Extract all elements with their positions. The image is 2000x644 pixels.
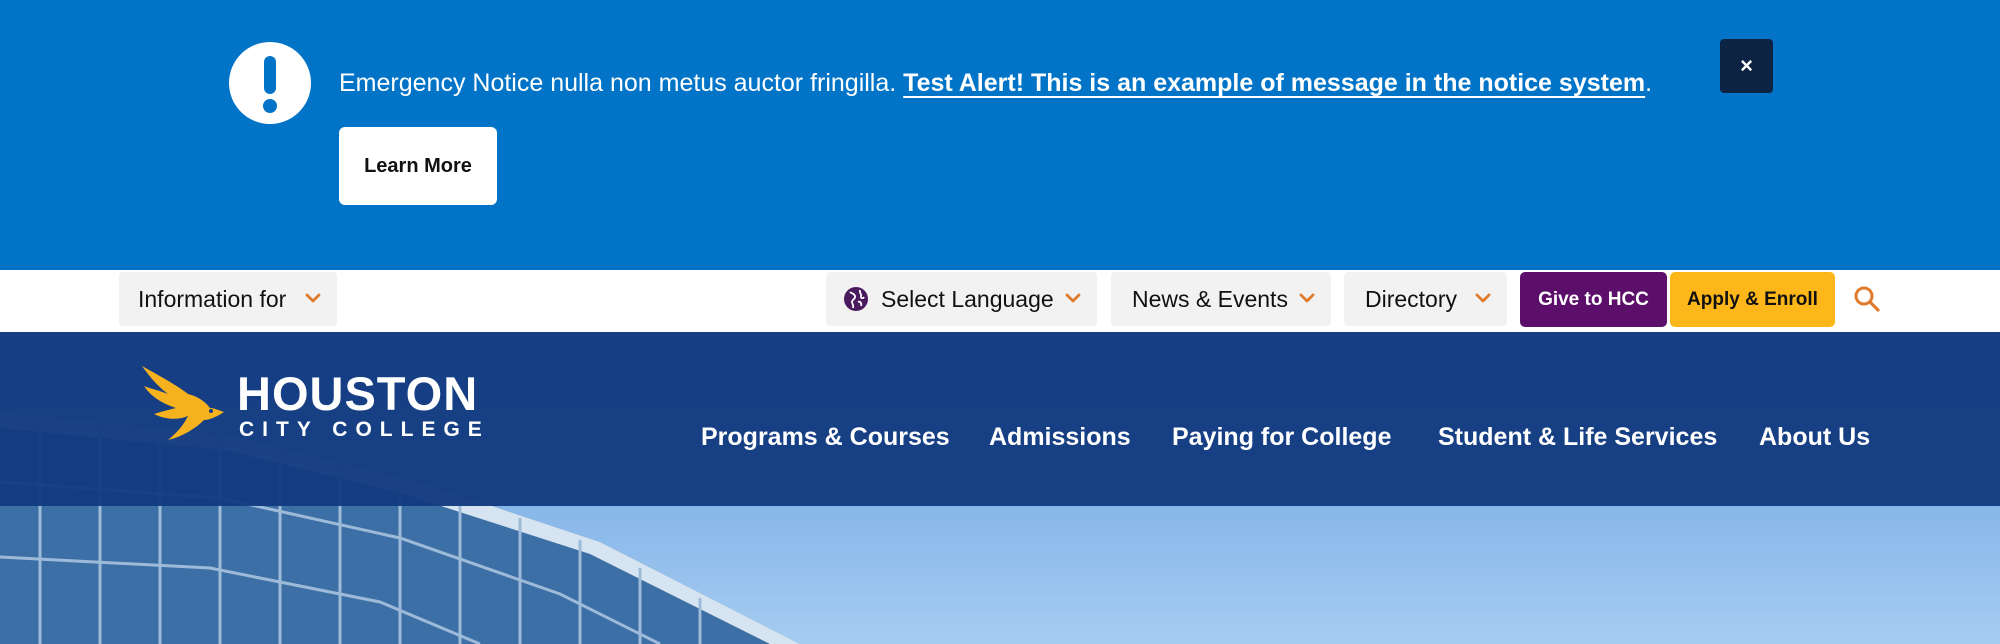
chevron-down-icon xyxy=(1065,293,1081,303)
nav-student-life-services[interactable]: Student & Life Services xyxy=(1438,422,1717,452)
utility-bar: Information for Select Language News & E… xyxy=(0,270,2000,332)
houston-city-college-logo[interactable]: HOUSTON CITY COLLEGE xyxy=(138,364,508,444)
apply-enroll-button[interactable]: Apply & Enroll xyxy=(1670,272,1835,327)
emergency-alert-banner: Emergency Notice nulla non metus auctor … xyxy=(0,0,2000,270)
nav-paying-for-college[interactable]: Paying for College xyxy=(1172,422,1391,452)
directory-dropdown[interactable]: Directory xyxy=(1344,272,1507,326)
close-alert-button[interactable]: × xyxy=(1720,39,1773,93)
alert-trailing: . xyxy=(1645,69,1653,97)
nav-about-us[interactable]: About Us xyxy=(1759,422,1870,452)
search-icon[interactable] xyxy=(1852,284,1882,314)
nav-admissions[interactable]: Admissions xyxy=(989,422,1131,452)
information-for-label: Information for xyxy=(138,285,287,312)
chevron-down-icon xyxy=(1475,293,1491,303)
alert-message-text: Emergency Notice nulla non metus auctor … xyxy=(339,69,904,97)
eagle-logo-icon xyxy=(142,366,224,440)
chevron-down-icon xyxy=(1299,293,1315,303)
directory-label: Directory xyxy=(1365,285,1458,312)
logo-text-sub: CITY COLLEGE xyxy=(239,418,490,441)
news-events-dropdown[interactable]: News & Events xyxy=(1111,272,1331,326)
globe-icon xyxy=(844,287,868,311)
logo-text-main: HOUSTON xyxy=(237,367,479,420)
select-language-label: Select Language xyxy=(881,285,1054,312)
close-icon: × xyxy=(1740,53,1753,78)
alert-message: Emergency Notice nulla non metus auctor … xyxy=(339,66,1652,100)
select-language-dropdown[interactable]: Select Language xyxy=(826,272,1097,326)
chevron-down-icon xyxy=(305,293,321,303)
learn-more-button[interactable]: Learn More xyxy=(339,127,497,205)
alert-link[interactable]: Test Alert! This is an example of messag… xyxy=(903,69,1645,97)
give-to-hcc-button[interactable]: Give to HCC xyxy=(1520,272,1667,327)
exclamation-icon xyxy=(229,42,311,124)
information-for-dropdown[interactable]: Information for xyxy=(119,272,337,326)
news-events-label: News & Events xyxy=(1132,285,1288,312)
nav-programs-courses[interactable]: Programs & Courses xyxy=(701,422,950,452)
